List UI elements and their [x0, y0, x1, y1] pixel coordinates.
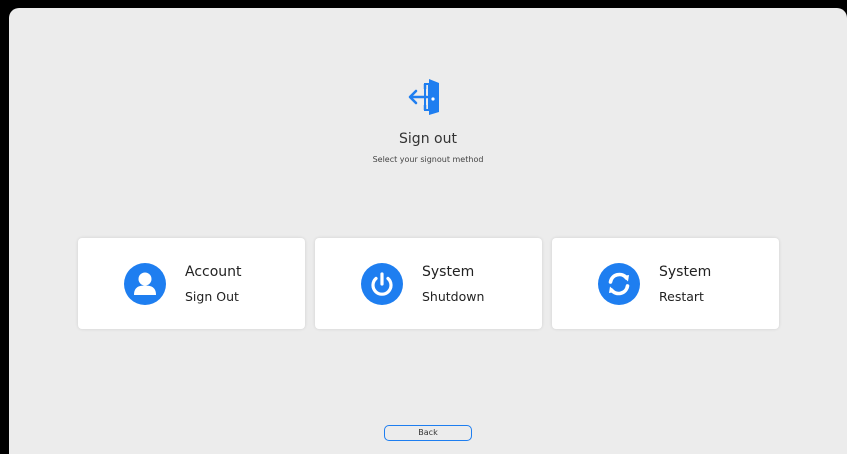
sign-out-door-icon [408, 79, 439, 115]
system-shutdown-card[interactable]: System Shutdown [315, 238, 542, 329]
account-signout-line2: Sign Out [185, 289, 239, 304]
account-signout-card[interactable]: Account Sign Out [78, 238, 305, 329]
signout-window: Sign out Select your signout method Acco… [9, 8, 847, 454]
system-restart-line2: Restart [659, 289, 704, 304]
page-title: Sign out [399, 131, 457, 147]
power-icon [361, 263, 403, 305]
system-restart-card[interactable]: System Restart [552, 238, 779, 329]
page-subtitle: Select your signout method [372, 155, 484, 164]
restart-icon [598, 263, 640, 305]
back-button[interactable]: Back [384, 425, 472, 441]
system-shutdown-line2: Shutdown [422, 289, 485, 304]
system-restart-line1: System [659, 264, 712, 280]
system-shutdown-line1: System [422, 264, 475, 280]
account-signout-line1: Account [185, 264, 242, 280]
user-icon [124, 263, 166, 305]
